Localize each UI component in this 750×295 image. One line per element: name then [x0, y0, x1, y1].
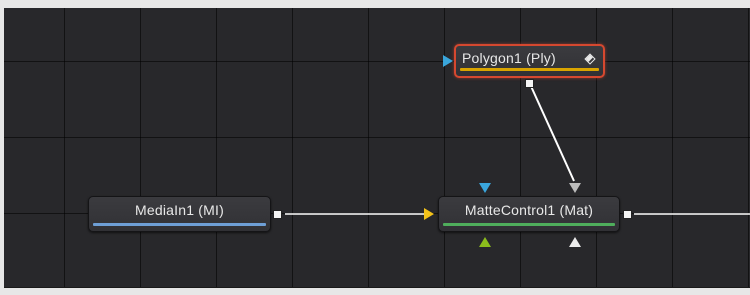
mediain1-output-port[interactable] — [273, 210, 282, 219]
mattecontrol1-background-input-port[interactable] — [479, 183, 491, 193]
mattecontrol1-effect-mask-input-port[interactable] — [479, 237, 491, 247]
mattecontrol1-output-port[interactable] — [623, 210, 632, 219]
polygon1-output-port[interactable] — [525, 79, 534, 88]
polygon1-color-bar — [460, 68, 599, 71]
polygon1-input-port[interactable] — [443, 55, 453, 67]
mediain1-node[interactable]: MediaIn1 (MI) — [88, 196, 271, 232]
link-polygon-to-mattecontrol — [529, 83, 575, 182]
mediain1-color-bar — [93, 223, 266, 226]
mattecontrol1-garbage-matte-input-port[interactable] — [569, 183, 581, 193]
mattecontrol1-node-label: MatteControl1 (Mat) — [464, 202, 594, 218]
mattecontrol1-solid-matte-input-port[interactable] — [569, 237, 581, 247]
mattecontrol1-node[interactable]: MatteControl1 (Mat) — [438, 196, 620, 232]
polygon1-node[interactable]: Polygon1 (Ply) — [454, 44, 605, 78]
mattecontrol1-foreground-input-port[interactable] — [424, 208, 434, 220]
node-editor-canvas[interactable]: Polygon1 (Ply) MediaIn1 (MI) MatteContro… — [4, 8, 750, 288]
diamond-half-icon — [584, 53, 596, 65]
mattecontrol1-color-bar — [443, 223, 615, 226]
mediain1-node-label: MediaIn1 (MI) — [135, 202, 224, 218]
node-links — [285, 83, 750, 215]
polygon1-node-label: Polygon1 (Ply) — [462, 50, 556, 66]
